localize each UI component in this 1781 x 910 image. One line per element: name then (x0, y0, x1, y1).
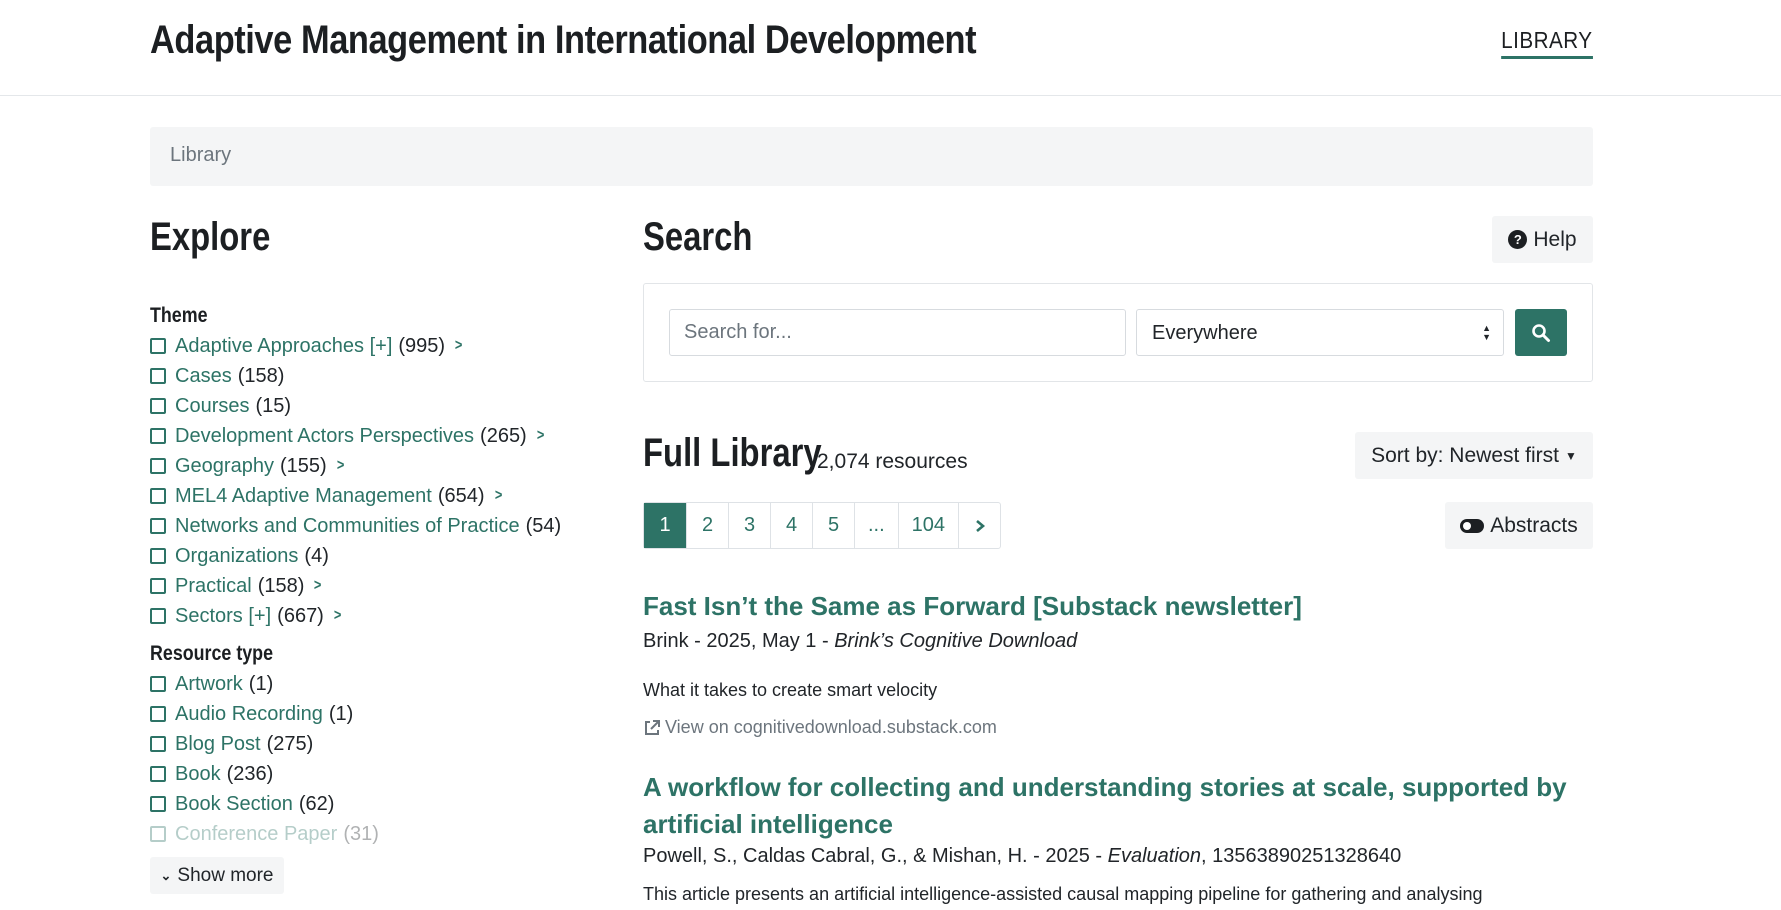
facet-item[interactable]: Cases (158) (150, 361, 561, 391)
full-library-heading: Full Library (643, 431, 822, 475)
show-more-button[interactable]: ⌄ Show more (150, 857, 284, 894)
result-external-link[interactable]: View on cognitivedownload.substack.com (643, 717, 997, 738)
page-3[interactable]: 3 (728, 503, 770, 548)
search-heading: Search (643, 215, 753, 259)
facet-item[interactable]: Development Actors Perspectives (265) > (150, 421, 561, 451)
checkbox[interactable] (150, 398, 166, 414)
facet-item[interactable]: Book (236) (150, 759, 379, 789)
nav-library-link[interactable]: LIBRARY (1501, 27, 1593, 59)
explore-heading: Explore (150, 215, 271, 259)
page-1[interactable]: 1 (644, 503, 686, 548)
external-link-icon (645, 719, 660, 735)
sort-dropdown[interactable]: Sort by: Newest first ▼ (1355, 432, 1593, 479)
resource-count: 2,074 resources (817, 450, 968, 473)
checkbox[interactable] (150, 518, 166, 534)
checkbox[interactable] (150, 826, 166, 842)
select-arrows-icon: ▲ ▼ (1482, 323, 1491, 342)
checkbox[interactable] (150, 676, 166, 692)
facet-item[interactable]: Geography (155) > (150, 451, 561, 481)
site-header: Adaptive Management in International Dev… (0, 0, 1781, 96)
show-more-label: Show more (177, 864, 274, 886)
facet-item[interactable]: Conference Paper (31) (150, 819, 379, 849)
resource-type-heading: Resource type (150, 642, 274, 665)
facet-item[interactable]: Networks and Communities of Practice (54) (150, 511, 561, 541)
chevron-right-icon[interactable]: > (337, 457, 344, 475)
facet-item[interactable]: Practical (158) > (150, 571, 561, 601)
caret-down-icon: ▼ (1565, 448, 1577, 463)
result-abstract: This article presents an artificial inte… (643, 884, 1483, 904)
chevron-right-icon[interactable]: > (455, 337, 462, 355)
facet-item[interactable]: Audio Recording (1) (150, 699, 379, 729)
help-button[interactable]: ? Help (1492, 216, 1593, 263)
checkbox[interactable] (150, 368, 166, 384)
page-4[interactable]: 4 (770, 503, 812, 548)
facet-item[interactable]: Sectors [+] (667) > (150, 601, 561, 631)
facet-item[interactable]: Book Section (62) (150, 789, 379, 819)
facet-item[interactable]: Courses (15) (150, 391, 561, 421)
theme-facet-list: Adaptive Approaches [+] (995) > Cases (158)… (150, 331, 561, 631)
checkbox[interactable] (150, 608, 166, 624)
sort-label: Sort by: Newest first (1371, 443, 1559, 467)
next-page-button[interactable] (958, 503, 1000, 548)
chevron-right-icon[interactable]: > (334, 607, 341, 625)
site-title[interactable]: Adaptive Management in International Dev… (150, 18, 977, 63)
chevron-right-icon[interactable]: > (314, 577, 321, 595)
help-label: Help (1533, 227, 1577, 251)
checkbox[interactable] (150, 428, 166, 444)
search-scope-value: Everywhere (1152, 322, 1258, 344)
facet-item[interactable]: Adaptive Approaches [+] (995) > (150, 331, 561, 361)
checkbox[interactable] (150, 706, 166, 722)
breadcrumb: Library (150, 127, 1593, 186)
result-title-link[interactable]: Fast Isn’t the Same as Forward [Substack… (643, 588, 1593, 625)
facet-item[interactable]: MEL4 Adaptive Management (654) > (150, 481, 561, 511)
result-title-link[interactable]: A workflow for collecting and understand… (643, 769, 1593, 843)
checkbox[interactable] (150, 766, 166, 782)
chevron-right-icon[interactable]: > (494, 487, 501, 505)
checkbox[interactable] (150, 548, 166, 564)
result-meta: Brink - 2025, May 1 - Brink’s Cognitive … (643, 630, 1078, 652)
facet-item[interactable]: Blog Post (275) (150, 729, 379, 759)
search-input[interactable] (669, 309, 1126, 356)
chevron-right-icon[interactable]: > (537, 427, 544, 445)
search-scope-select[interactable]: Everywhere ▲ ▼ (1136, 309, 1504, 356)
page-ellipsis: ... (854, 503, 898, 548)
checkbox[interactable] (150, 338, 166, 354)
page-104[interactable]: 104 (897, 503, 958, 548)
search-button[interactable] (1515, 309, 1567, 356)
result-abstract: What it takes to create smart velocity (643, 680, 938, 700)
result-meta: Powell, S., Caldas Cabral, G., & Mishan,… (643, 845, 1402, 867)
theme-heading: Theme (150, 304, 208, 327)
abstracts-label: Abstracts (1490, 513, 1578, 537)
page-5[interactable]: 5 (812, 503, 854, 548)
chevron-right-icon (975, 519, 985, 532)
checkbox[interactable] (150, 736, 166, 752)
page-2[interactable]: 2 (686, 503, 728, 548)
facet-item[interactable]: Organizations (4) (150, 541, 561, 571)
search-icon (1532, 323, 1550, 342)
resource-type-facet-list: Artwork (1) Audio Recording (1) Blog Post(… (150, 669, 379, 849)
pagination: 1 2 3 4 5 ... 104 (643, 502, 1002, 549)
toggle-icon (1460, 518, 1485, 533)
checkbox[interactable] (150, 578, 166, 594)
chevron-down-icon: ⌄ (160, 867, 172, 883)
checkbox[interactable] (150, 458, 166, 474)
abstracts-toggle[interactable]: Abstracts (1445, 502, 1593, 549)
checkbox[interactable] (150, 796, 166, 812)
breadcrumb-item-library: Library (170, 144, 232, 166)
question-circle-icon: ? (1508, 230, 1528, 249)
search-panel: Everywhere ▲▼ (643, 283, 1593, 382)
facet-item[interactable]: Artwork (1) (150, 669, 379, 699)
checkbox[interactable] (150, 488, 166, 504)
